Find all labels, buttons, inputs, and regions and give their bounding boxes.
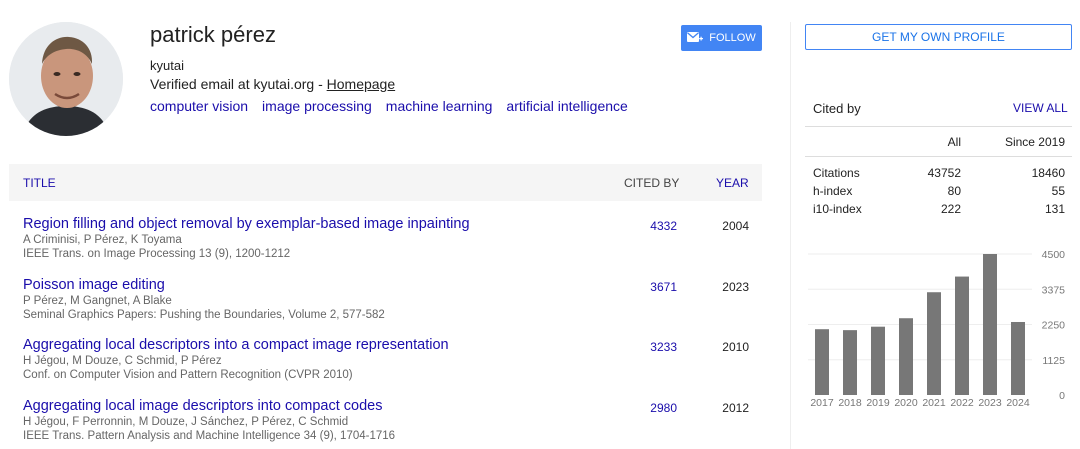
profile-name: patrick pérez — [150, 22, 276, 47]
get-my-own-profile-button[interactable]: GET MY OWN PROFILE — [805, 24, 1072, 50]
cited-by-count-link[interactable]: 2980 — [629, 401, 677, 415]
interest-link[interactable]: machine learning — [386, 98, 493, 114]
chart-bar — [1011, 321, 1025, 395]
homepage-link[interactable]: Homepage — [327, 76, 396, 92]
stat-since-value: 18460 — [1031, 166, 1065, 180]
x-tick-label: 2023 — [978, 397, 1002, 409]
article-venue: Seminal Graphics Papers: Pushing the Bou… — [23, 308, 385, 321]
profile-photo — [9, 22, 123, 136]
article-title-link[interactable]: Region filling and object removal by exe… — [23, 216, 470, 232]
column-divider — [790, 22, 791, 449]
article-year: 2012 — [722, 400, 749, 415]
articles-list: Region filling and object removal by exe… — [9, 210, 762, 449]
title-column-header[interactable]: TITLE — [23, 176, 56, 190]
table-row: Aggregating local image descriptors into… — [9, 392, 762, 449]
chart-bar — [899, 318, 913, 395]
citations-row: Citations 43752 18460 — [813, 166, 1065, 184]
chart-bar — [955, 276, 969, 395]
research-interests: computer vision image processing machine… — [150, 98, 628, 114]
article-year: 2010 — [722, 340, 749, 354]
y-tick-label: 3375 — [1042, 284, 1066, 296]
interest-link[interactable]: artificial intelligence — [506, 98, 627, 114]
cited-by-count-link[interactable]: 4332 — [629, 219, 677, 233]
profile-email: Verified email at kyutai.org - Homepage — [150, 76, 395, 92]
verified-email-text: Verified email at kyutai.org - — [150, 76, 327, 92]
x-tick-label: 2019 — [866, 397, 890, 409]
citations-bar-chart-svg: 0 1125 2250 3375 4500 2017 2018 2019 2020 2021 202… — [808, 249, 1066, 409]
article-title-link[interactable]: Aggregating local image descriptors into… — [23, 398, 382, 414]
follow-button-label: FOLLOW — [709, 32, 756, 44]
article-year: 2004 — [722, 219, 749, 233]
stat-all-value: 43752 — [927, 166, 961, 180]
x-tick-label: 2018 — [838, 397, 862, 409]
mail-plus-icon — [687, 32, 704, 42]
cited-by-count-link[interactable]: 3671 — [629, 280, 677, 294]
article-venue: Conf. on Computer Vision and Pattern Rec… — [23, 369, 353, 381]
chart-bar — [927, 292, 941, 395]
divider — [805, 126, 1072, 127]
stat-since-value: 131 — [1044, 202, 1065, 216]
y-tick-label: 0 — [1059, 390, 1065, 402]
interest-link[interactable]: image processing — [262, 98, 372, 114]
article-authors: P Pérez, M Gangnet, A Blake — [23, 294, 172, 307]
article-title-link[interactable]: Aggregating local descriptors into a com… — [23, 337, 449, 353]
interest-link[interactable]: computer vision — [150, 98, 248, 114]
stat-label: Citations — [813, 166, 860, 180]
citations-per-year-chart: 0 1125 2250 3375 4500 2017 2018 2019 2020 2021 202… — [805, 238, 1080, 413]
table-row: Region filling and object removal by exe… — [9, 210, 762, 271]
x-tick-label: 2022 — [950, 397, 974, 409]
article-venue: IEEE Trans. on Image Processing 13 (9), … — [23, 248, 291, 260]
cited-by-column-header: CITED BY — [624, 176, 680, 190]
chart-bar — [871, 326, 885, 395]
all-column-header: All — [947, 135, 961, 149]
article-venue: IEEE Trans. Pattern Analysis and Machine… — [23, 429, 396, 442]
cited-by-count-link[interactable]: 3233 — [629, 340, 677, 354]
h-index-row: h-index 80 55 — [813, 184, 1065, 202]
y-tick-label: 1125 — [1042, 355, 1065, 367]
table-row: Poisson image editing P Pérez, M Gangnet… — [9, 271, 762, 332]
article-authors: A Criminisi, P Pérez, K Toyama — [23, 234, 182, 246]
stat-all-value: 222 — [940, 202, 961, 216]
i10-index-row: i10-index 222 131 — [813, 202, 1065, 220]
follow-button[interactable]: FOLLOW — [681, 25, 762, 51]
article-year: 2023 — [722, 279, 749, 294]
stat-label: h-index — [813, 184, 853, 198]
x-tick-label: 2021 — [922, 397, 946, 409]
profile-photo-illustration — [9, 22, 123, 136]
since-column-header: Since 2019 — [1004, 135, 1065, 149]
y-tick-label: 4500 — [1042, 249, 1066, 261]
stat-label: i10-index — [813, 202, 862, 216]
chart-bar — [983, 254, 997, 395]
x-tick-label: 2020 — [894, 397, 918, 409]
article-title-link[interactable]: Poisson image editing — [23, 277, 165, 293]
year-column-header[interactable]: YEAR — [716, 176, 749, 190]
profile-affiliation: kyutai — [150, 58, 184, 73]
article-authors: H Jégou, F Perronnin, M Douze, J Sánchez… — [23, 415, 349, 428]
divider — [805, 156, 1072, 157]
chart-bar — [843, 330, 857, 395]
x-tick-label: 2017 — [810, 397, 834, 409]
table-row: Aggregating local descriptors into a com… — [9, 331, 762, 392]
stat-since-value: 55 — [1051, 184, 1065, 198]
chart-bar — [815, 329, 829, 395]
article-authors: H Jégou, M Douze, C Schmid, P Pérez — [23, 355, 222, 367]
x-tick-label: 2024 — [1006, 397, 1030, 409]
view-all-link[interactable]: VIEW ALL — [1013, 101, 1068, 115]
cited-by-title: Cited by — [813, 101, 861, 116]
articles-table-header: TITLE CITED BY YEAR — [9, 164, 762, 201]
stat-all-value: 80 — [947, 184, 961, 198]
y-tick-label: 2250 — [1042, 320, 1066, 332]
